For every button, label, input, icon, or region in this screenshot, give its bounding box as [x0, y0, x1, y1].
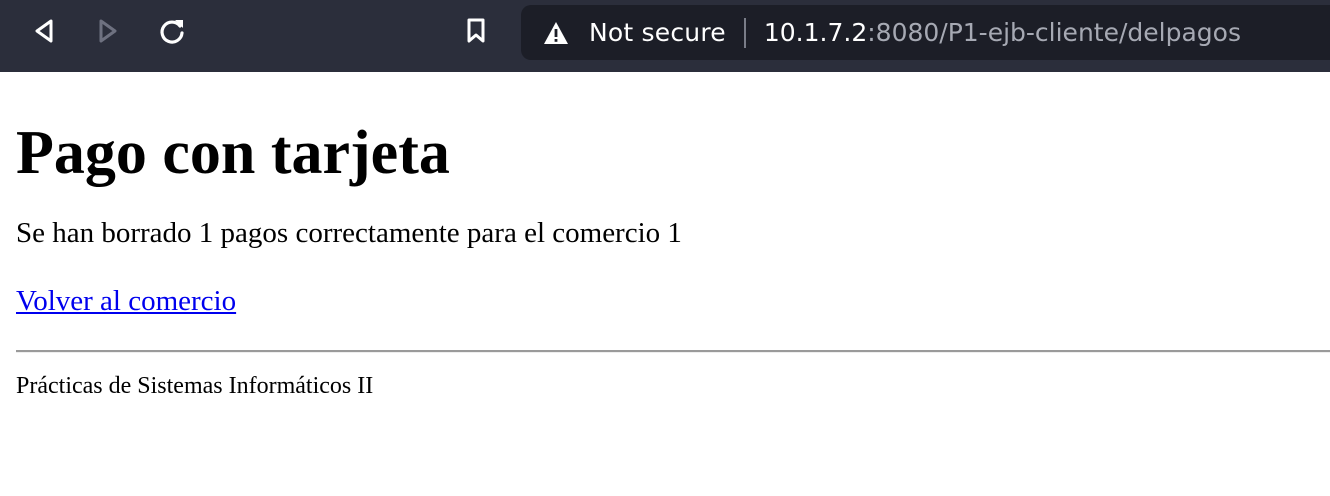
result-message: Se han borrado 1 pagos correctamente par…	[16, 217, 682, 249]
back-arrow-icon	[33, 18, 55, 49]
reload-icon	[158, 17, 186, 50]
divider	[16, 350, 1330, 353]
address-divider	[743, 17, 746, 48]
url-path[interactable]: :8080/P1-ejb-cliente/delpagos	[867, 18, 1241, 47]
bookmark-icon	[466, 18, 486, 49]
page-content: Pago con tarjeta Se han borrado 1 pagos …	[16, 72, 1330, 401]
browser-toolbar: Not secure 10.1.7.2:8080/P1-ejb-cliente/…	[0, 0, 1330, 72]
forward-arrow-icon	[97, 18, 119, 49]
back-to-shop-link[interactable]: Volver al comercio	[16, 284, 236, 318]
warning-triangle-icon[interactable]	[543, 20, 569, 46]
reload-button[interactable]	[155, 16, 189, 50]
bookmark-button[interactable]	[459, 16, 493, 50]
url-host[interactable]: 10.1.7.2	[764, 18, 867, 47]
footer-text: Prácticas de Sistemas Informáticos II	[16, 373, 374, 399]
page-title: Pago con tarjeta	[16, 119, 450, 187]
back-button[interactable]	[27, 16, 61, 50]
address-bar[interactable]: Not secure 10.1.7.2:8080/P1-ejb-cliente/…	[521, 5, 1330, 60]
forward-button[interactable]	[91, 16, 125, 50]
security-label[interactable]: Not secure	[589, 18, 726, 47]
